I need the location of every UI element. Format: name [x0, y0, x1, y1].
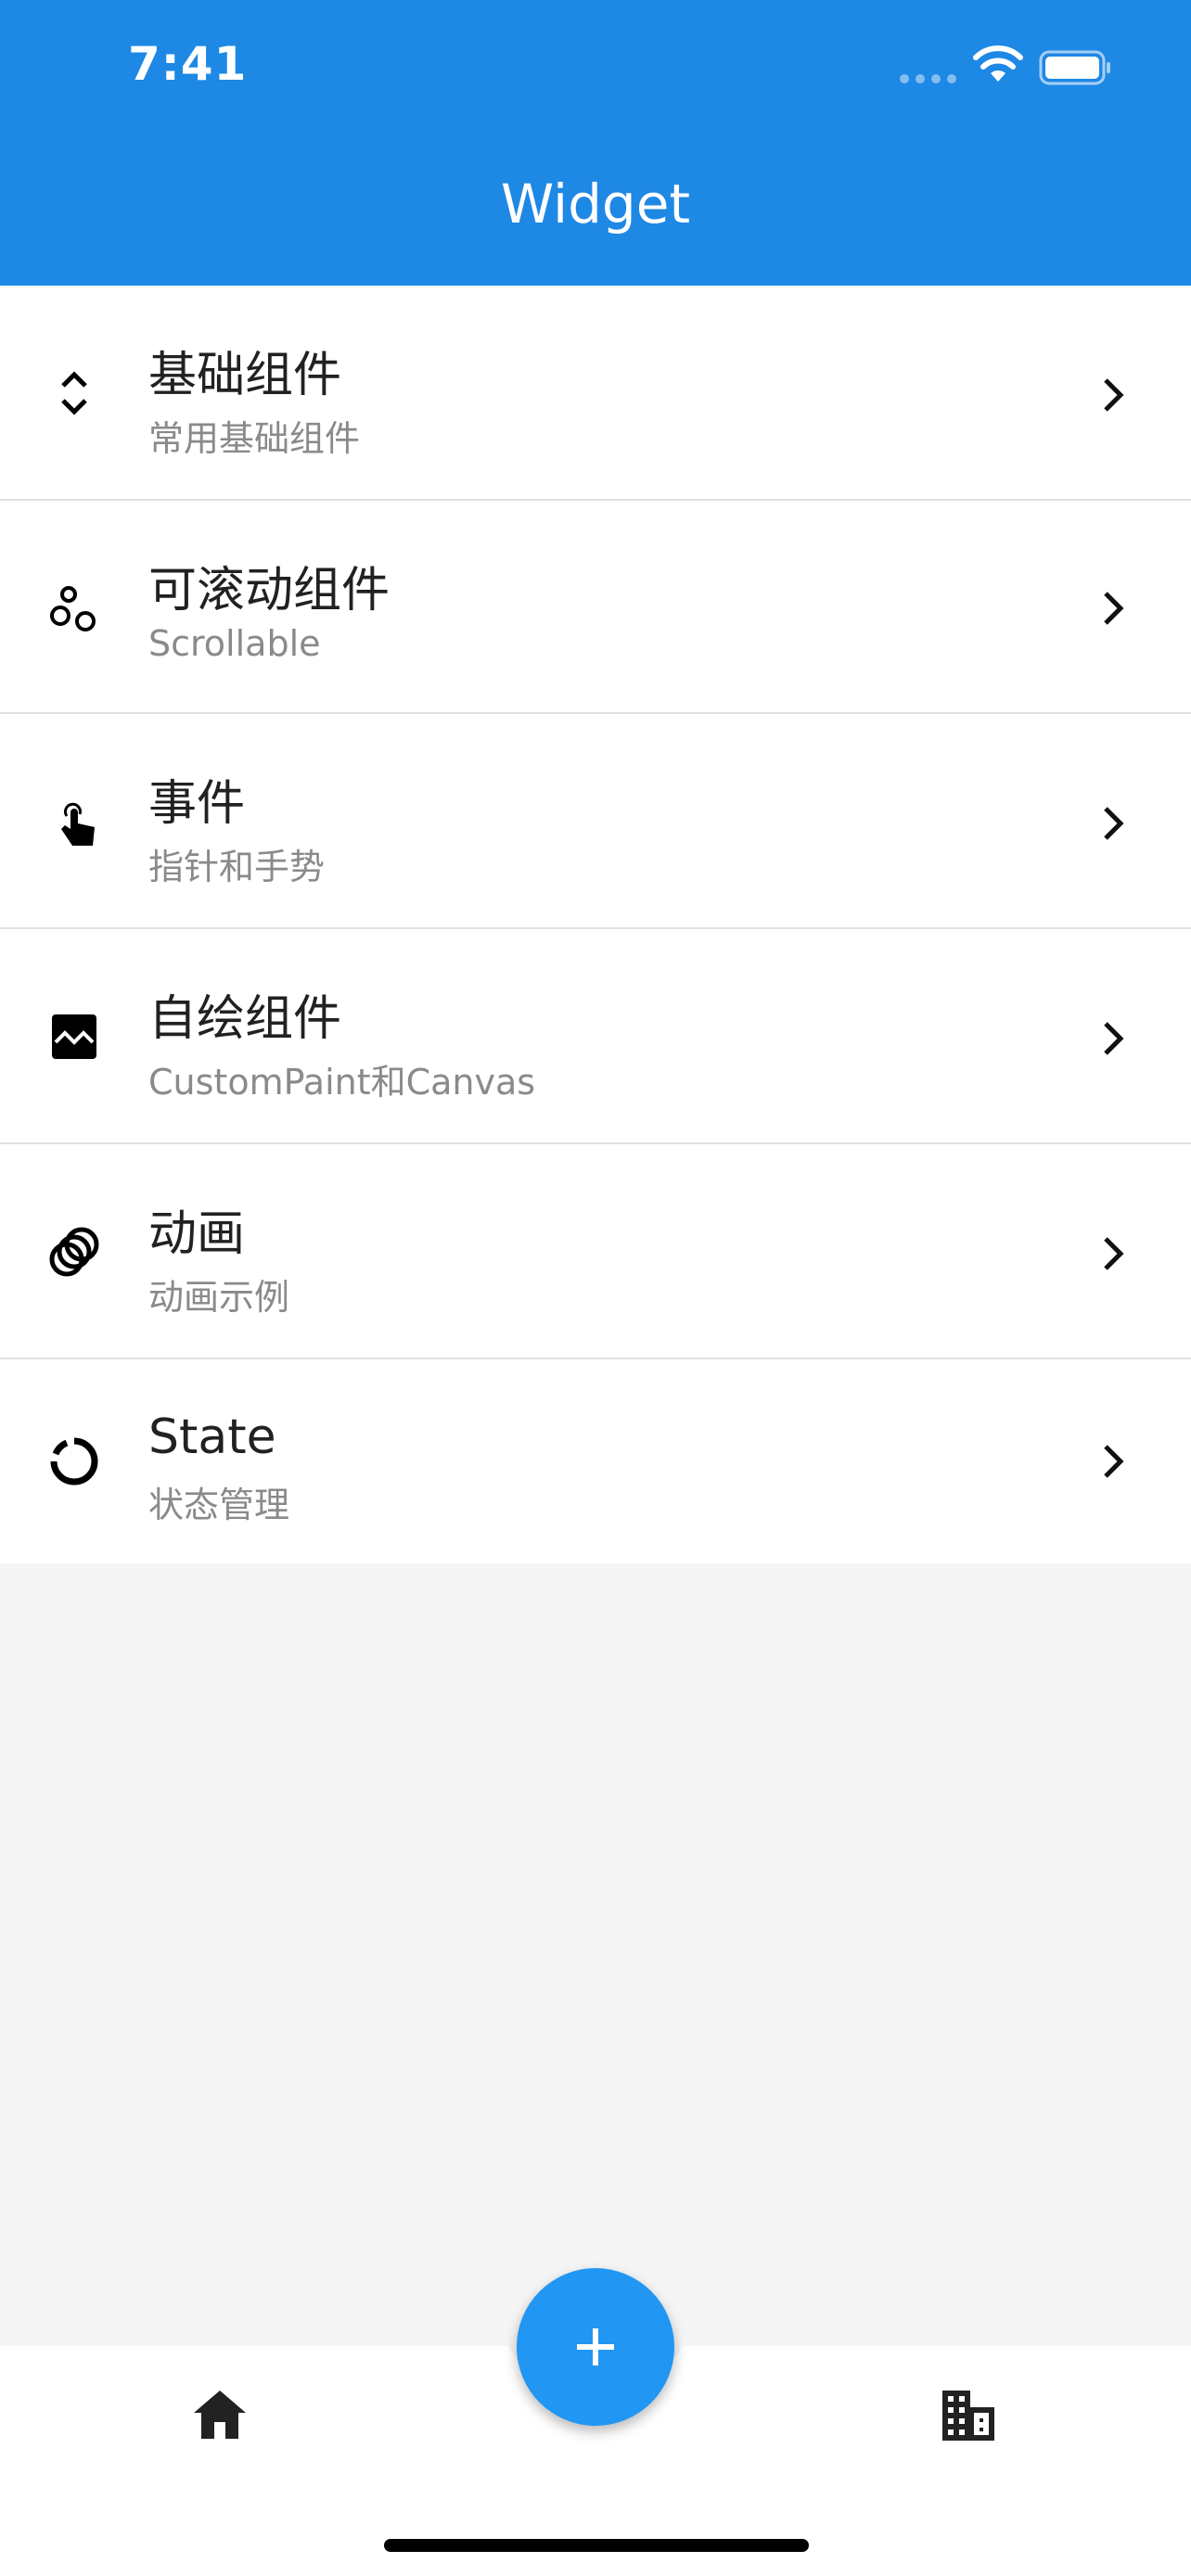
chevron-right-icon	[1104, 1022, 1124, 1055]
add-icon	[577, 2328, 614, 2366]
add-button[interactable]	[517, 2268, 674, 2426]
signal-icon	[900, 74, 956, 83]
item-title: 事件	[148, 776, 246, 832]
chevron-right-icon	[1104, 1237, 1124, 1270]
item-title: 自绘组件	[148, 991, 342, 1047]
chevron-right-icon	[1104, 1445, 1124, 1478]
list-item[interactable]: 动画 动画示例	[0, 1144, 1191, 1359]
item-title: 动画	[148, 1206, 246, 1262]
item-subtitle: 常用基础组件	[148, 418, 361, 459]
list-item[interactable]: 自绘组件 CustomPaint和Canvas	[0, 929, 1191, 1144]
page-title: Widget	[500, 172, 691, 236]
app-bar: 7:41 Widget	[0, 0, 1191, 286]
chevron-right-icon	[1104, 592, 1124, 625]
item-title: 可滚动组件	[148, 563, 391, 618]
item-title: 基础组件	[148, 348, 342, 403]
touch-app-icon	[61, 802, 95, 846]
list-item[interactable]: State 状态管理	[0, 1359, 1191, 1563]
list-item[interactable]: 可滚动组件 Scrollable	[0, 501, 1191, 714]
chevron-right-icon	[1104, 807, 1124, 840]
chevron-right-icon	[1104, 378, 1124, 412]
wifi-icon	[973, 45, 1023, 82]
home-indicator	[384, 2539, 809, 2552]
business-icon[interactable]	[939, 2387, 998, 2442]
unfold-more-icon	[61, 371, 87, 415]
item-subtitle: Scrollable	[148, 623, 321, 664]
list-item[interactable]: 事件 指针和手势	[0, 714, 1191, 929]
list-item[interactable]: 基础组件 常用基础组件	[0, 286, 1191, 501]
bubbles-icon	[50, 586, 96, 631]
item-subtitle: 动画示例	[148, 1277, 290, 1318]
home-icon[interactable]	[190, 2385, 250, 2444]
widget-list: 基础组件 常用基础组件 可滚动组件 Scrollable 事件 指针和手势 自绘…	[0, 286, 1191, 1563]
status-time: 7:41	[128, 37, 248, 91]
item-title: State	[148, 1409, 276, 1465]
item-subtitle: 状态管理	[148, 1485, 290, 1525]
data-usage-icon	[50, 1437, 98, 1486]
battery-icon	[1039, 50, 1110, 85]
broken-image-icon	[52, 1014, 96, 1059]
item-subtitle: 指针和手势	[148, 847, 326, 887]
item-subtitle: CustomPaint和Canvas	[148, 1062, 536, 1103]
animation-icon	[49, 1227, 99, 1277]
